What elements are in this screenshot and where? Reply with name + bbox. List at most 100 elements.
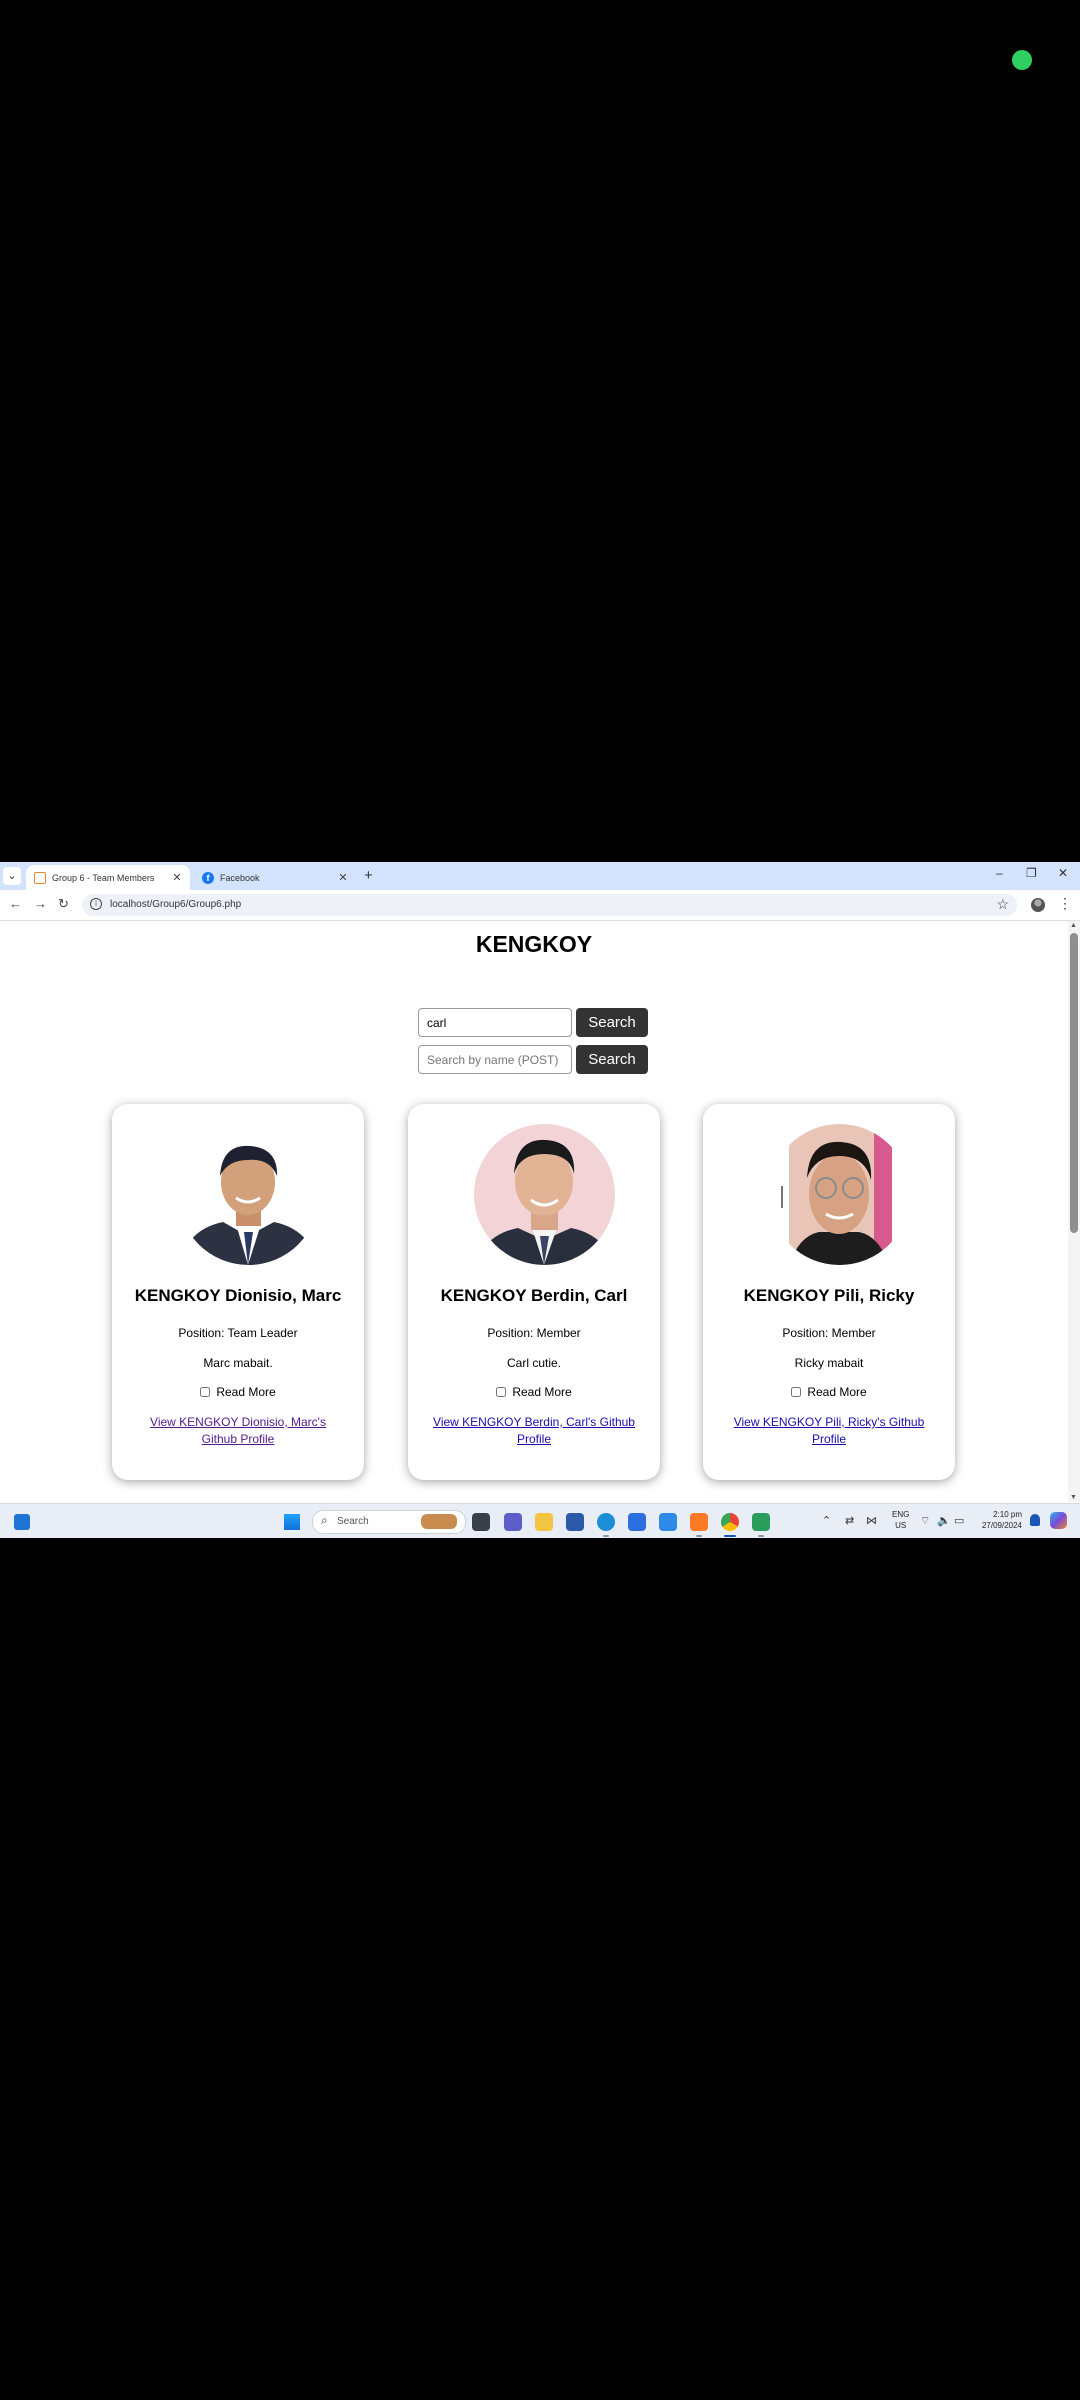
tab-strip: ⌄ Group 6 - Team Members ✕ f Facebook ✕ …	[0, 862, 1080, 890]
reload-icon[interactable]: ↻	[58, 896, 69, 912]
onedrive-icon[interactable]	[659, 1513, 677, 1531]
member-photo-illustration	[474, 1124, 615, 1265]
post-search-form: Search	[418, 1045, 648, 1074]
store-icon[interactable]	[566, 1513, 584, 1531]
start-windows-icon[interactable]	[284, 1514, 300, 1530]
wifi-icon[interactable]: ⌔	[920, 1514, 930, 1528]
read-more-toggle[interactable]: Read More	[408, 1385, 660, 1399]
page-content: KENGKOY Search Search	[0, 921, 1068, 1502]
member-photo	[769, 1124, 910, 1265]
edge-icon[interactable]	[597, 1513, 615, 1531]
profile-avatar-icon[interactable]	[1031, 898, 1045, 912]
scroll-up-arrow-icon[interactable]: ▲	[1070, 922, 1077, 929]
search-highlight-image	[421, 1514, 457, 1529]
member-photo-illustration	[769, 1124, 910, 1265]
read-more-checkbox[interactable]	[496, 1387, 507, 1397]
language-indicator[interactable]: ENG US	[892, 1509, 909, 1531]
region-code: US	[895, 1521, 907, 1530]
bookmark-star-icon[interactable]: ☆	[996, 896, 1009, 913]
browser-window: ⌄ Group 6 - Team Members ✕ f Facebook ✕ …	[0, 862, 1080, 1538]
github-profile-link[interactable]: View KENGKOY Pili, Ricky's Github Profil…	[723, 1414, 935, 1448]
read-more-label: Read More	[807, 1385, 867, 1399]
member-name: KENGKOY Pili, Ricky	[743, 1286, 915, 1305]
tab-group6[interactable]: Group 6 - Team Members ✕	[26, 865, 190, 890]
scrollbar-thumb[interactable]	[1070, 933, 1078, 1233]
volume-icon[interactable]: 🔈	[937, 1514, 951, 1527]
new-tab-button[interactable]: +	[364, 867, 373, 884]
get-search-button[interactable]: Search	[576, 1008, 648, 1037]
chrome-icon[interactable]	[721, 1513, 739, 1531]
facebook-favicon-icon: f	[202, 871, 214, 884]
get-search-form: Search	[418, 1008, 648, 1037]
running-indicator	[696, 1535, 702, 1537]
page-scrollbar[interactable]: ▲ ▼	[1068, 921, 1080, 1502]
member-card: KENGKOY Berdin, Carl Position: Member Ca…	[408, 1104, 660, 1480]
member-photo	[474, 1124, 615, 1265]
read-more-checkbox[interactable]	[791, 1387, 802, 1397]
post-search-input[interactable]	[418, 1045, 572, 1074]
url-text: localhost/Group6/Group6.php	[110, 899, 242, 910]
tab-title: Group 6 - Team Members	[52, 872, 155, 883]
member-card: KENGKOY Pili, Ricky Position: Member Ric…	[703, 1104, 955, 1480]
site-info-icon[interactable]: i	[90, 898, 102, 910]
clock-time: 2:10 pm	[993, 1510, 1022, 1519]
back-icon[interactable]: ←	[9, 896, 22, 911]
member-photo-illustration	[178, 1124, 319, 1265]
read-more-toggle[interactable]: Read More	[703, 1385, 955, 1399]
mail-icon[interactable]	[628, 1513, 646, 1531]
taskbar-search-box[interactable]: ⌕ Search	[312, 1510, 466, 1534]
member-card: KENGKOY Dionisio, Marc Position: Team Le…	[112, 1104, 364, 1480]
read-more-label: Read More	[512, 1385, 572, 1399]
github-profile-link[interactable]: View KENGKOY Dionisio, Marc's Github Pro…	[132, 1414, 344, 1448]
vscode-icon[interactable]	[752, 1513, 770, 1531]
member-description: Ricky mabait	[794, 1356, 864, 1370]
widgets-icon[interactable]	[14, 1514, 30, 1530]
recording-indicator-dot	[1012, 50, 1032, 70]
member-name: KENGKOY Dionisio, Marc	[134, 1286, 342, 1305]
xampp-icon[interactable]	[690, 1513, 708, 1531]
member-position: Position: Member	[782, 1326, 876, 1340]
read-more-checkbox[interactable]	[200, 1387, 211, 1397]
teams-icon[interactable]	[504, 1513, 522, 1531]
url-field[interactable]: i localhost/Group6/Group6.php ☆	[82, 894, 1017, 916]
tab-search-dropdown-icon[interactable]: ⌄	[3, 867, 21, 885]
notification-bell-icon[interactable]	[1030, 1514, 1040, 1526]
member-description: Marc mabait.	[203, 1356, 273, 1370]
tray-app-icon[interactable]: ⋈	[866, 1514, 877, 1527]
close-tab-icon[interactable]: ✕	[336, 871, 350, 884]
running-indicator	[758, 1535, 764, 1537]
battery-icon[interactable]: ▭	[954, 1514, 964, 1527]
restore-icon[interactable]: ❐	[1026, 866, 1037, 880]
system-clock[interactable]: 2:10 pm 27/09/2024	[972, 1509, 1022, 1531]
more-menu-icon[interactable]: ⋮	[1058, 895, 1072, 912]
forward-icon[interactable]: →	[34, 896, 47, 911]
close-window-icon[interactable]: ✕	[1058, 866, 1068, 880]
clock-date: 27/09/2024	[981, 1521, 1022, 1530]
file-explorer-icon[interactable]	[535, 1513, 553, 1531]
member-position: Position: Member	[487, 1326, 581, 1340]
member-photo	[178, 1124, 319, 1265]
show-hidden-icons-chevron-icon[interactable]: ⌃	[822, 1514, 831, 1527]
scroll-down-arrow-icon[interactable]: ▼	[1070, 1494, 1077, 1501]
address-bar-row: ← → ↻ i localhost/Group6/Group6.php ☆ ⋮	[0, 890, 1080, 921]
read-more-label: Read More	[216, 1385, 276, 1399]
github-profile-link[interactable]: View KENGKOY Berdin, Carl's Github Profi…	[428, 1414, 640, 1448]
tab-facebook[interactable]: f Facebook ✕	[194, 865, 356, 890]
active-indicator	[724, 1535, 736, 1537]
search-icon: ⌕	[321, 1513, 328, 1527]
taskbar-search-label: Search	[337, 1516, 369, 1527]
close-tab-icon[interactable]: ✕	[170, 871, 184, 884]
group6-favicon-icon	[34, 871, 46, 884]
taskbar: ⌕ Search ⌃ ⇄ ⋈ ENG US ⌔ 🔈 ▭ 2:10 pm 27/0…	[0, 1503, 1080, 1538]
read-more-toggle[interactable]: Read More	[112, 1385, 364, 1399]
minimize-icon[interactable]: –	[996, 866, 1003, 880]
tray-app-icon[interactable]: ⇄	[845, 1514, 854, 1527]
get-search-input[interactable]	[418, 1008, 572, 1037]
member-description: Carl cutie.	[506, 1356, 562, 1370]
running-indicator	[603, 1535, 609, 1537]
copilot-icon[interactable]	[1050, 1512, 1067, 1529]
member-name: KENGKOY Berdin, Carl	[440, 1286, 628, 1305]
task-view-icon[interactable]	[472, 1513, 490, 1531]
page-title: KENGKOY	[475, 931, 593, 957]
post-search-button[interactable]: Search	[576, 1045, 648, 1074]
